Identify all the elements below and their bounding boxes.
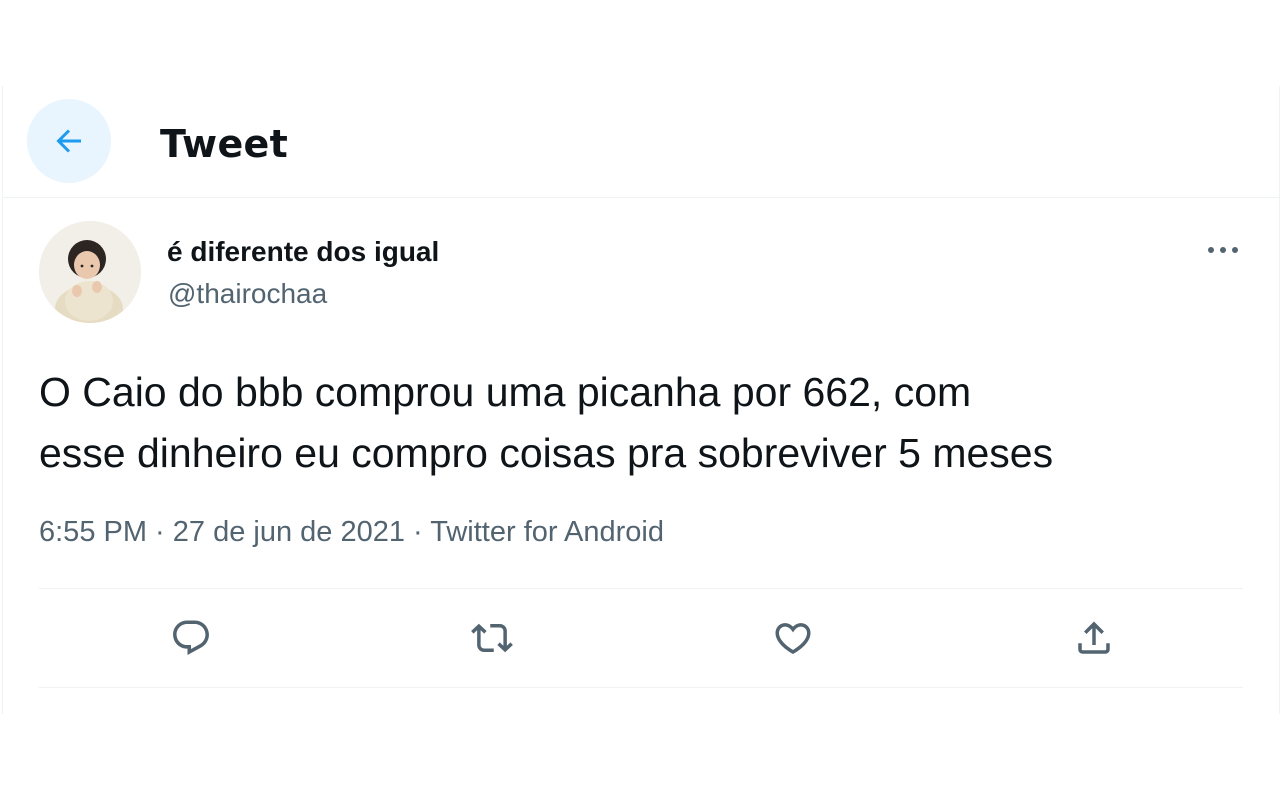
tweet-panel: Tweet é diferente dos igual @thairochaa … [2,86,1280,714]
meta-separator: · [147,516,173,548]
tweet-meta: 6:55 PM · 27 de jun de 2021 · Twitter fo… [39,516,664,549]
page-title: Tweet [160,122,289,166]
share-button[interactable] [1070,614,1118,662]
retweet-icon [471,623,513,653]
like-button[interactable] [769,614,817,662]
user-handle[interactable]: @thairochaa [168,278,327,310]
action-bar [39,589,1243,687]
tweet-text: O Caio do bbb comprou uma picanha por 66… [39,369,1054,476]
divider [39,687,1243,688]
arrow-left-icon [56,129,81,153]
heart-icon [775,623,811,655]
tweet-source[interactable]: Twitter for Android [430,516,664,548]
tweet-time[interactable]: 6:55 PM [39,516,147,548]
avatar-photo [39,221,141,323]
page-header: Tweet [3,86,1279,198]
meta-separator: · [405,516,431,548]
tweet-date[interactable]: 27 de jun de 2021 [173,516,405,548]
avatar[interactable] [39,221,141,323]
reply-icon [173,620,209,655]
more-button[interactable] [1199,232,1247,268]
retweet-button[interactable] [468,614,516,662]
back-button[interactable] [27,99,111,183]
more-horizontal-icon [1208,247,1238,253]
display-name[interactable]: é diferente dos igual [167,236,439,268]
share-icon [1078,621,1110,654]
reply-button[interactable] [167,614,215,662]
